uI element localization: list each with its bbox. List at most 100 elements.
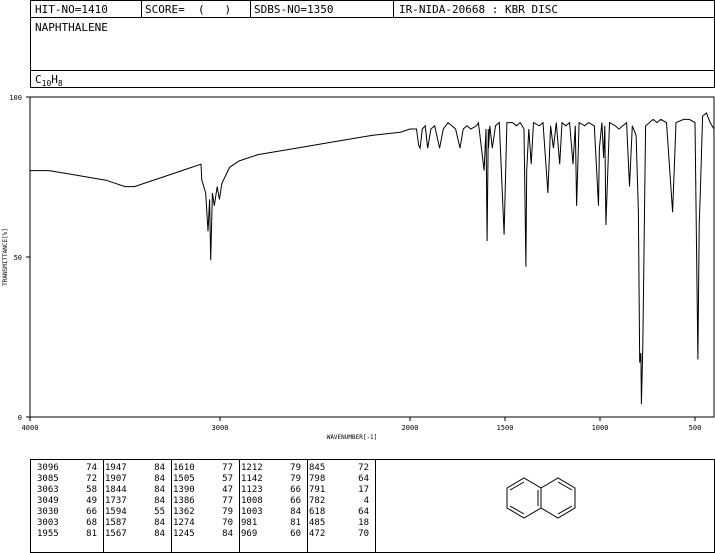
peak-row: 981 81: [241, 518, 307, 529]
x-tick-label: 3000: [212, 424, 229, 432]
peak-row: 1212 79: [241, 463, 307, 474]
peak-transmittance: 79: [222, 507, 233, 517]
peak-wavenumber: 1123: [241, 485, 263, 495]
peak-wavenumber: 485: [309, 518, 326, 528]
peak-row: 1947 84: [105, 463, 171, 474]
peak-transmittance: 18: [358, 518, 369, 528]
x-axis-label: WAVENUMBER[-1]: [327, 434, 378, 441]
peak-row: 1123 66: [241, 485, 307, 496]
peak-row: 3003 68: [37, 518, 103, 529]
peak-transmittance: 77: [222, 496, 233, 506]
column-divider: [239, 460, 240, 552]
peak-row: 1386 77: [173, 496, 239, 507]
peak-transmittance: 84: [154, 529, 165, 539]
peak-transmittance: 84: [154, 463, 165, 473]
peak-wavenumber: 969: [241, 529, 258, 539]
x-tick-label: 500: [689, 424, 702, 432]
peak-column: 845 72 798 64 791 17 782 4 618 64 485 18 472 70: [309, 463, 375, 540]
peak-transmittance: 72: [86, 474, 97, 484]
peak-row: 1390 47: [173, 485, 239, 496]
peak-transmittance: 84: [222, 529, 233, 539]
peak-row: 791 17: [309, 485, 375, 496]
x-tick-label: 4000: [22, 424, 39, 432]
peak-transmittance: 64: [358, 474, 369, 484]
peak-wavenumber: 1947: [105, 463, 127, 473]
peak-row: 3049 49: [37, 496, 103, 507]
peak-wavenumber: 981: [241, 518, 258, 528]
peak-wavenumber: 3096: [37, 463, 59, 473]
peak-row: 1587 84: [105, 518, 171, 529]
peak-transmittance: 68: [86, 518, 97, 528]
peak-wavenumber: 1594: [105, 507, 127, 517]
peak-row: 969 60: [241, 529, 307, 540]
peak-wavenumber: 1907: [105, 474, 127, 484]
peak-row: 1362 79: [173, 507, 239, 518]
peak-wavenumber: 1955: [37, 529, 59, 539]
peak-row: 472 70: [309, 529, 375, 540]
peak-wavenumber: 1844: [105, 485, 127, 495]
peak-wavenumber: 1008: [241, 496, 263, 506]
peak-transmittance: 79: [290, 474, 301, 484]
peak-transmittance: 66: [86, 507, 97, 517]
y-tick-label: 100: [9, 94, 22, 102]
peak-transmittance: 57: [222, 474, 233, 484]
peak-wavenumber: 1737: [105, 496, 127, 506]
peak-wavenumber: 3085: [37, 474, 59, 484]
x-tick-label: 2000: [402, 424, 419, 432]
peak-row: 1567 84: [105, 529, 171, 540]
peak-wavenumber: 1245: [173, 529, 195, 539]
column-divider: [307, 460, 308, 552]
peak-row: 1274 70: [173, 518, 239, 529]
peak-row: 1737 84: [105, 496, 171, 507]
peak-wavenumber: 791: [309, 485, 326, 495]
peak-row: 3085 72: [37, 474, 103, 485]
peak-row: 3096 74: [37, 463, 103, 474]
peak-row: 1245 84: [173, 529, 239, 540]
peak-row: 3063 58: [37, 485, 103, 496]
peak-transmittance: 81: [86, 529, 97, 539]
peak-transmittance: 70: [222, 518, 233, 528]
peak-wavenumber: 472: [309, 529, 326, 539]
ir-spectrum-chart: 4000 3000 2000 1500 1000 500 0 50 100 WAVENUMBER[…: [2, 94, 715, 441]
peak-row: 1142 79: [241, 474, 307, 485]
peak-wavenumber: 1362: [173, 507, 195, 517]
peak-table: 3096 74 3085 72 3063 58 3049 49 3030 66 3003 68 1955…: [30, 459, 715, 553]
naphthalene-structure: [506, 477, 576, 519]
peak-transmittance: 77: [222, 463, 233, 473]
peak-transmittance: 84: [154, 518, 165, 528]
y-tick-label: 0: [18, 414, 22, 422]
peak-transmittance: 74: [86, 463, 97, 473]
column-divider: [103, 460, 104, 552]
peak-wavenumber: 845: [309, 463, 326, 473]
peak-row: 798 64: [309, 474, 375, 485]
peak-row: 1003 84: [241, 507, 307, 518]
peak-transmittance: 17: [358, 485, 369, 495]
peak-row: 1844 84: [105, 485, 171, 496]
peak-transmittance: 84: [154, 485, 165, 495]
series-line: [30, 112, 715, 405]
peak-row: 485 18: [309, 518, 375, 529]
peak-wavenumber: 1610: [173, 463, 195, 473]
y-tick-label: 50: [14, 254, 22, 262]
peak-transmittance: 72: [358, 463, 369, 473]
chart-axes: 4000 3000 2000 1500 1000 500 0 50 100 WAVENUMBER[…: [2, 94, 715, 441]
peak-transmittance: 70: [358, 529, 369, 539]
peak-row: 1907 84: [105, 474, 171, 485]
column-divider: [171, 460, 172, 552]
peak-transmittance: 64: [358, 507, 369, 517]
peak-row: 618 64: [309, 507, 375, 518]
peak-transmittance: 4: [363, 496, 369, 506]
peak-transmittance: 81: [290, 518, 301, 528]
y-axis-label: TRANSMITTANCE[%]: [2, 228, 9, 286]
peak-wavenumber: 3049: [37, 496, 59, 506]
peak-transmittance: 66: [290, 485, 301, 495]
peak-transmittance: 58: [86, 485, 97, 495]
peak-row: 782 4: [309, 496, 375, 507]
peak-row: 1955 81: [37, 529, 103, 540]
peak-row: 1610 77: [173, 463, 239, 474]
peak-wavenumber: 618: [309, 507, 326, 517]
peak-row: 1505 57: [173, 474, 239, 485]
peak-row: 845 72: [309, 463, 375, 474]
peak-transmittance: 49: [86, 496, 97, 506]
peak-transmittance: 84: [154, 474, 165, 484]
